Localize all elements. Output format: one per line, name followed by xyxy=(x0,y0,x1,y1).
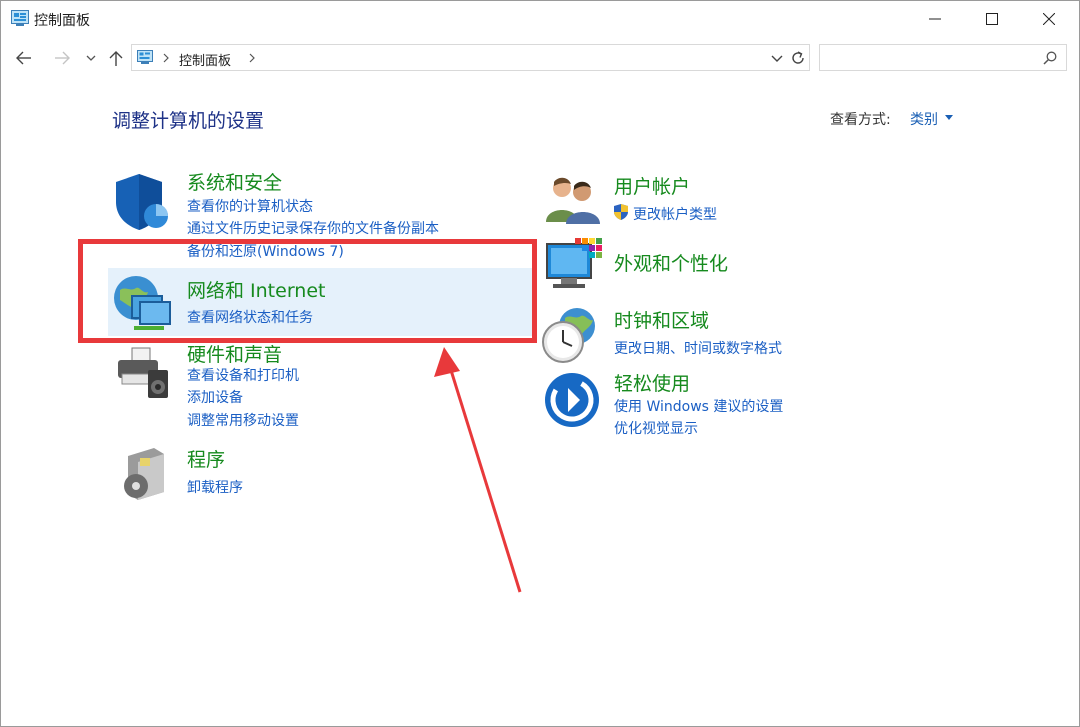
add-device-link[interactable]: 添加设备 xyxy=(187,387,243,407)
title-bar[interactable]: 控制面板 xyxy=(0,0,1080,38)
users-icon[interactable] xyxy=(544,176,602,224)
up-button[interactable] xyxy=(105,46,127,70)
window-title: 控制面板 xyxy=(34,13,90,29)
uninstall-program-link[interactable]: 卸载程序 xyxy=(187,477,243,497)
system-security-title[interactable]: 系统和安全 xyxy=(187,168,282,195)
ease-of-access-icon[interactable] xyxy=(544,372,600,428)
page-title: 调整计算机的设置 xyxy=(112,110,265,132)
breadcrumb-chevron-icon xyxy=(163,53,169,63)
user-accounts-title[interactable]: 用户帐户 xyxy=(614,172,690,199)
view-computer-status-link[interactable]: 查看你的计算机状态 xyxy=(187,196,313,216)
devices-printers-link[interactable]: 查看设备和打印机 xyxy=(187,365,299,385)
search-box[interactable] xyxy=(819,44,1067,71)
search-input[interactable] xyxy=(824,48,1033,68)
control-panel-icon xyxy=(11,10,29,26)
hardware-sound-title[interactable]: 硬件和声音 xyxy=(187,340,282,367)
view-by-caret-icon[interactable] xyxy=(945,115,953,120)
ease-of-access-title[interactable]: 轻松使用 xyxy=(614,369,690,396)
view-by-dropdown[interactable]: 类别 xyxy=(910,109,938,129)
back-button[interactable] xyxy=(13,46,35,70)
change-account-type-link[interactable]: 更改帐户类型 xyxy=(633,204,717,224)
address-dropdown-icon[interactable] xyxy=(769,50,785,66)
view-by-label: 查看方式: xyxy=(830,112,891,128)
recent-locations-button[interactable] xyxy=(82,46,100,70)
printer-speaker-icon[interactable] xyxy=(114,346,172,402)
forward-button[interactable] xyxy=(51,46,73,70)
close-icon xyxy=(1043,13,1055,25)
minimize-button[interactable] xyxy=(908,0,962,38)
programs-disc-icon[interactable] xyxy=(120,446,168,500)
up-arrow-icon xyxy=(109,51,123,66)
mobility-settings-link[interactable]: 调整常用移动设置 xyxy=(187,410,299,430)
windows-suggested-settings-link[interactable]: 使用 Windows 建议的设置 xyxy=(614,396,783,416)
file-history-backup-link[interactable]: 通过文件历史记录保存你的文件备份副本 xyxy=(187,218,439,238)
breadcrumb-control-panel[interactable]: 控制面板 xyxy=(179,50,231,69)
search-icon xyxy=(1043,51,1057,65)
breadcrumb-chevron-icon[interactable] xyxy=(248,53,256,63)
uac-shield-icon xyxy=(614,204,628,220)
address-bar[interactable]: 控制面板 xyxy=(131,44,810,71)
forward-arrow-icon xyxy=(55,51,70,65)
annotation-highlight-box xyxy=(78,239,537,343)
clock-region-title[interactable]: 时钟和区域 xyxy=(614,306,709,333)
maximize-button[interactable] xyxy=(965,0,1019,38)
minimize-icon xyxy=(929,18,941,20)
clock-globe-icon[interactable] xyxy=(541,306,601,364)
optimize-visual-display-link[interactable]: 优化视觉显示 xyxy=(614,418,698,438)
appearance-personalization-title[interactable]: 外观和个性化 xyxy=(614,249,728,276)
personalization-monitor-icon[interactable] xyxy=(545,238,603,294)
shield-icon[interactable] xyxy=(114,172,172,232)
back-arrow-icon xyxy=(16,51,31,65)
maximize-icon xyxy=(986,13,998,25)
annotation-arrow-icon xyxy=(434,347,522,593)
programs-title[interactable]: 程序 xyxy=(187,445,225,472)
chevron-down-icon xyxy=(86,55,96,61)
refresh-icon[interactable] xyxy=(789,49,807,67)
change-date-time-link[interactable]: 更改日期、时间或数字格式 xyxy=(614,338,782,358)
control-panel-icon xyxy=(137,50,153,64)
close-button[interactable] xyxy=(1022,0,1076,38)
